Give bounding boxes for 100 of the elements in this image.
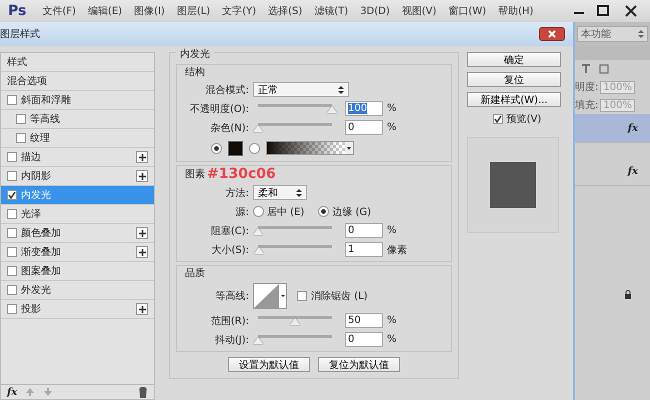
trash-icon[interactable] [138,386,148,398]
menu-item[interactable]: 文字(Y) [222,4,256,18]
spinner-arrows-icon [338,86,344,94]
menu-item[interactable]: 滤镜(T) [314,4,348,18]
slider-thumb[interactable] [253,125,263,132]
style-item[interactable]: 颜色叠加 [1,224,154,243]
section-title: 内发光 [176,47,214,61]
close-button[interactable] [539,27,565,41]
slider-thumb[interactable] [253,228,263,235]
style-label: 描边 [21,150,41,164]
field-label: 杂色(N): [209,122,249,134]
effects-label: fx [628,166,638,176]
menu-item[interactable]: 3D(D) [360,6,390,16]
unit-label: % [387,103,398,114]
fx-menu[interactable]: fx [7,386,18,398]
field-label: 不透明度(O): [188,102,249,116]
add-icon[interactable] [136,303,148,315]
menu-item[interactable]: 图层(L) [176,4,210,18]
checkbox[interactable] [492,114,503,124]
action-button[interactable]: 确定 [467,52,561,67]
style-label: 内阴影 [21,170,51,183]
style-label: 外发光 [21,284,51,297]
layer-row[interactable]: fx [575,114,650,143]
checkbox[interactable] [7,209,17,219]
value-field[interactable]: 100 [345,101,383,116]
checkbox[interactable] [7,152,17,162]
down-arrow-icon[interactable] [43,387,54,397]
radio-button[interactable] [253,206,264,217]
menu-item[interactable]: 图像(I) [134,4,165,18]
style-item[interactable]: 图案叠加 [1,262,154,281]
workspace-dropdown[interactable]: 本功能 [577,26,648,42]
value-field[interactable]: 0 [345,332,383,347]
style-item[interactable]: 外发光 [1,281,154,300]
menu-item[interactable]: 编辑(E) [88,4,122,18]
gradient-picker[interactable] [266,141,354,155]
lock-icon [624,290,632,300]
checkbox[interactable] [297,291,307,301]
field-label: 源: [234,206,249,218]
checkbox[interactable] [7,95,17,105]
effects-label: fx [628,122,638,134]
up-arrow-icon[interactable] [25,387,36,397]
radio-button[interactable] [318,206,330,217]
checkbox[interactable] [16,133,26,143]
style-label: 图案叠加 [21,264,61,278]
field-label: 混合模式: [204,84,249,96]
menu-item[interactable]: 窗口(W) [448,4,486,18]
slider-thumb[interactable] [327,106,337,113]
style-item[interactable]: 渐变叠加 [1,243,154,262]
checkbox[interactable] [7,171,17,181]
slider-thumb[interactable] [290,318,300,325]
checkbox[interactable] [7,228,17,238]
field-label: 大小(S): [210,244,249,256]
style-label: 斜面和浮雕 [21,94,71,107]
method-dropdown[interactable]: 柔和 [253,185,307,200]
style-item[interactable]: 描边 [1,148,154,167]
value-field[interactable]: 1 [345,242,383,257]
add-icon[interactable] [136,170,148,182]
menu-item[interactable]: 帮助(H) [498,4,534,18]
slider-thumb[interactable] [254,247,264,254]
style-item[interactable]: 等高线 [1,110,154,129]
action-button[interactable]: 复位 [467,72,561,87]
shape-icon[interactable] [599,64,609,74]
radio-button[interactable] [211,142,222,154]
default-button[interactable]: 复位为默认值 [318,357,400,372]
menu-item[interactable]: 视图(V) [402,4,436,18]
add-icon[interactable] [136,246,148,258]
text-icon[interactable] [581,64,591,74]
color-swatch[interactable] [228,140,243,156]
checkbox[interactable] [16,114,26,124]
contour-picker[interactable] [253,283,287,309]
add-icon[interactable] [136,151,148,163]
style-item[interactable]: 样式 [1,53,154,72]
style-item[interactable]: 纹理 [1,129,154,148]
action-button[interactable]: 新建样式(W)... [467,92,561,107]
unit-label: 像素 [387,244,408,256]
preview-square [490,162,536,208]
checkbox[interactable] [7,266,17,276]
radio-button[interactable] [249,142,260,154]
layer-row[interactable]: fx [575,157,650,186]
style-item[interactable]: 投影 [1,300,154,319]
menu-item[interactable]: 选择(S) [268,4,302,18]
checkbox[interactable] [7,285,17,295]
value-field[interactable]: 0 [345,223,383,238]
checkbox[interactable] [7,190,17,200]
option-label: 边缘 (G) [332,206,372,218]
value-field[interactable]: 0 [345,120,383,135]
checkbox[interactable] [7,304,17,314]
style-item[interactable]: 混合选项 [1,72,154,91]
blend-mode-dropdown[interactable]: 正常 [253,82,349,97]
slider-thumb[interactable] [253,337,263,344]
default-button[interactable]: 设置为默认值 [228,357,310,372]
value-field[interactable]: 50 [345,313,383,328]
style-item[interactable]: 光泽 [1,205,154,224]
style-label: 投影 [21,302,41,316]
add-icon[interactable] [136,227,148,239]
style-item[interactable]: 斜面和浮雕 [1,91,154,110]
checkbox[interactable] [7,247,17,257]
spinner-arrows-icon [638,30,644,38]
field-label: 范围(R): [210,314,249,328]
menu-item[interactable]: 文件(F) [42,4,76,18]
